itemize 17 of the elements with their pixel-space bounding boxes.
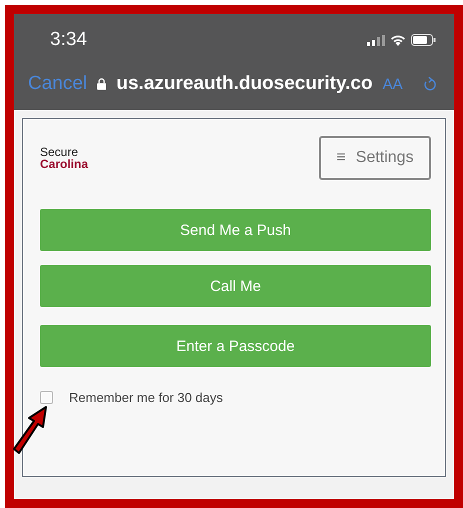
remember-label: Remember me for 30 days [69, 390, 223, 405]
status-time: 3:34 [50, 29, 87, 51]
signal-icon [367, 34, 385, 46]
cancel-button[interactable]: Cancel [28, 73, 88, 95]
lock-icon [97, 77, 106, 91]
url-text: us.azureauth.duosecurity.co [116, 73, 373, 95]
arrow-annotation [10, 403, 50, 455]
action-button[interactable]: Send Me a Push [40, 209, 431, 251]
battery-icon [411, 34, 436, 46]
action-button[interactable]: Call Me [40, 265, 431, 307]
reload-icon[interactable] [422, 75, 436, 93]
wifi-icon [390, 34, 406, 46]
action-button[interactable]: Enter a Passcode [40, 325, 431, 367]
logo: Secure Carolina [40, 146, 88, 170]
remember-checkbox[interactable] [40, 391, 53, 404]
settings-button[interactable]: ≡ Settings [319, 136, 431, 180]
text-size-button[interactable]: AA [382, 76, 403, 92]
